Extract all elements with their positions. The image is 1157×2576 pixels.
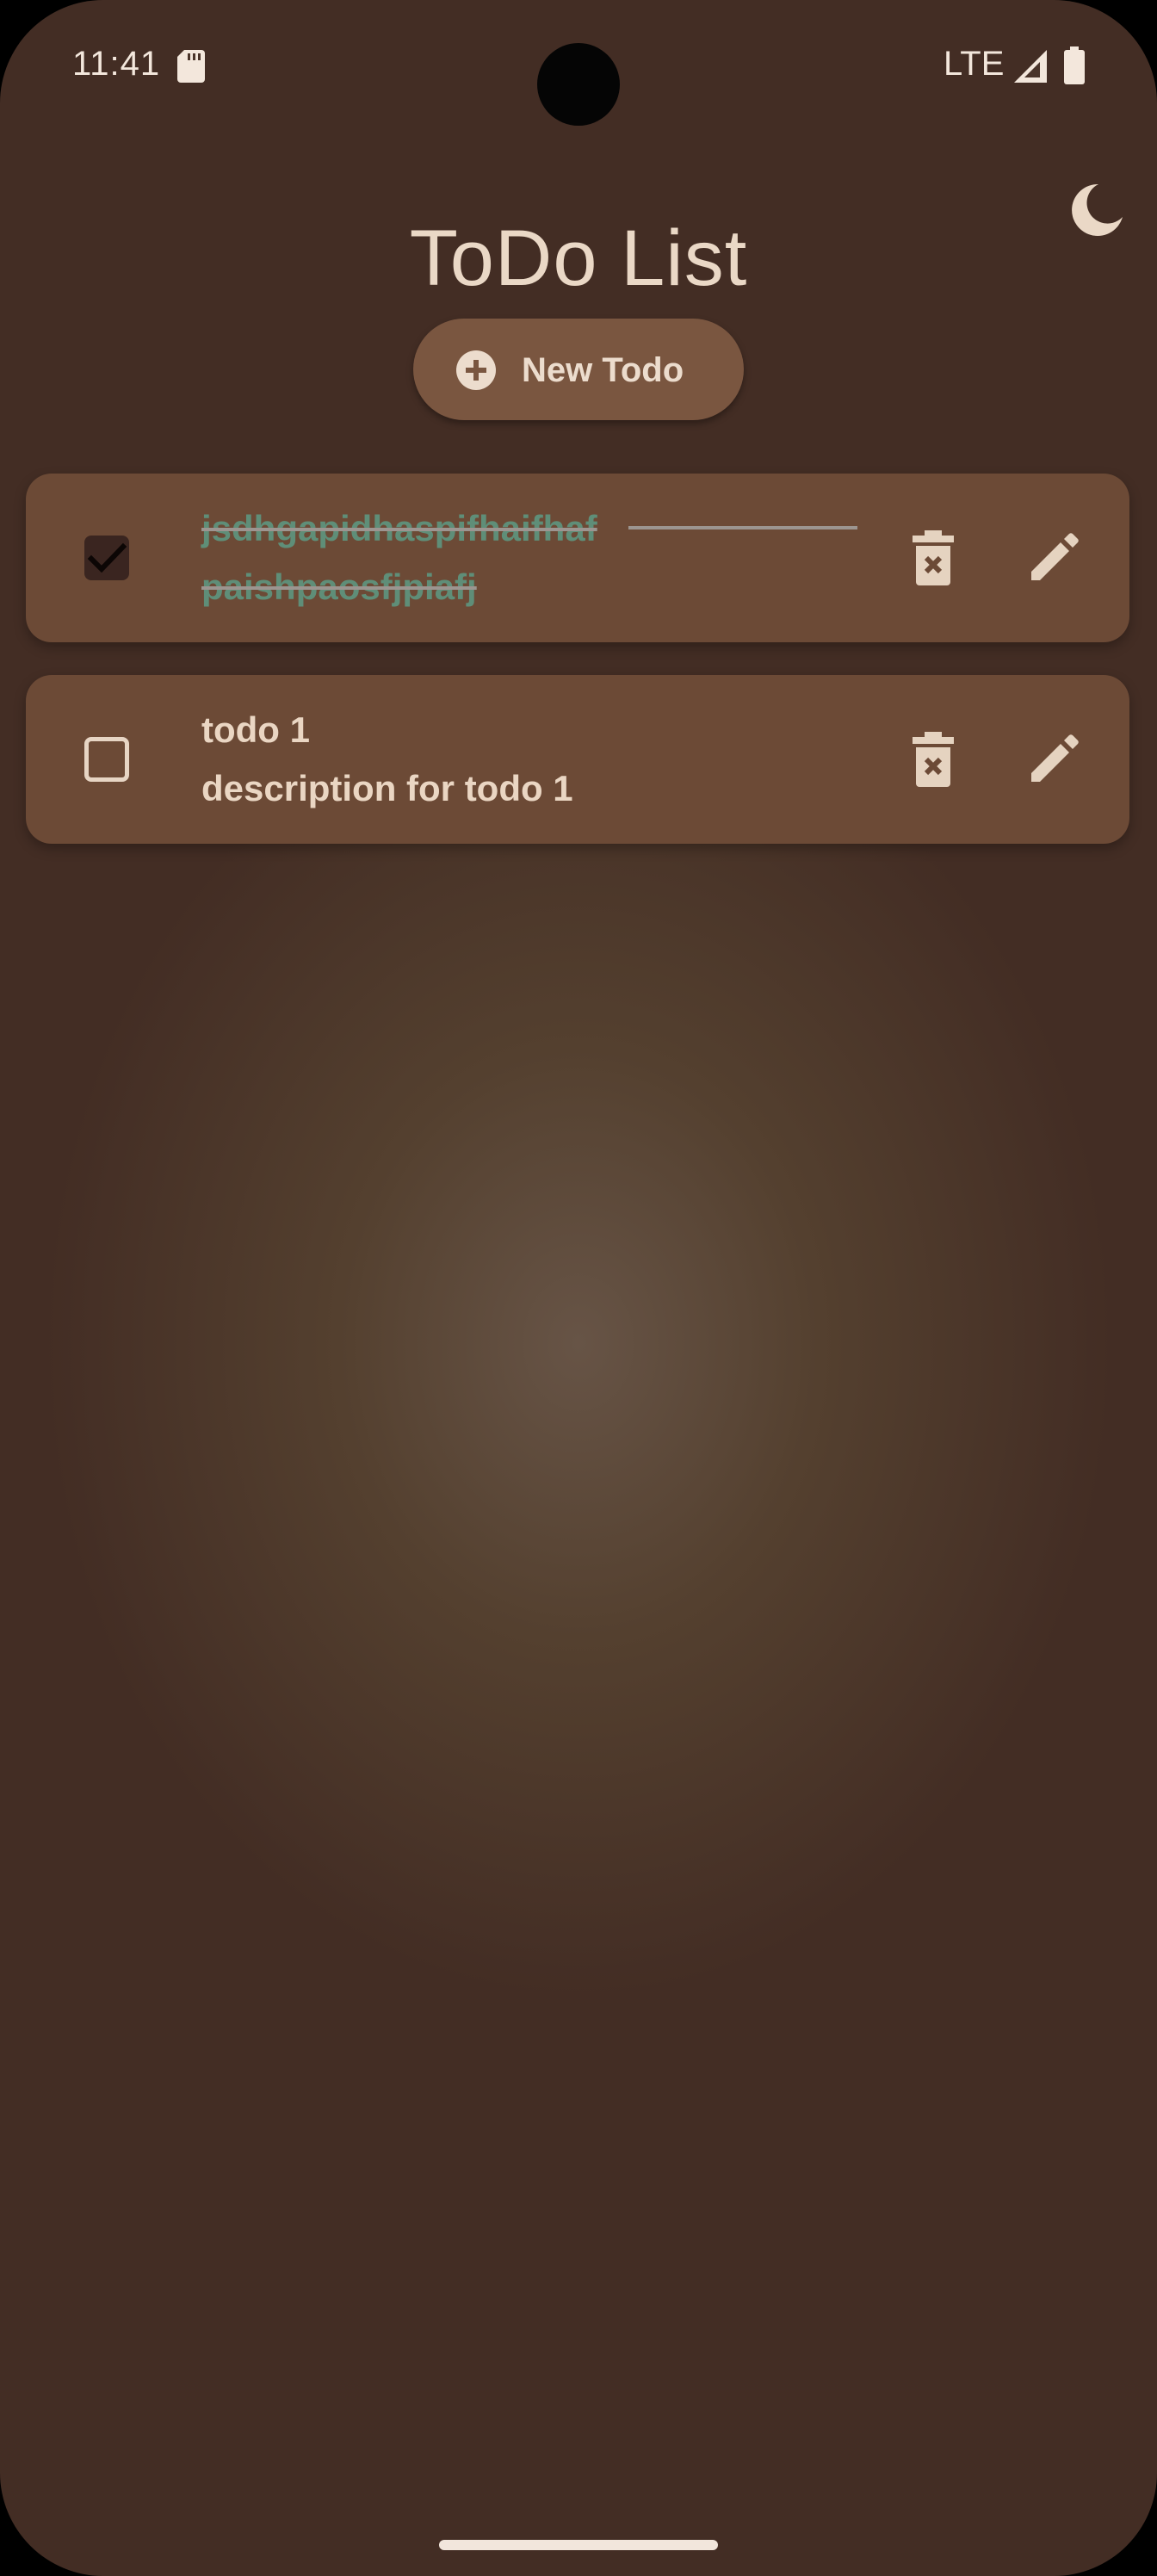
new-todo-button[interactable]: New Todo bbox=[413, 319, 744, 420]
todo-item: jsdhgapidhaspifhaifhaf paishpaosfjpiafj bbox=[26, 474, 1129, 642]
status-time: 11:41 bbox=[72, 45, 161, 83]
todo-description: description for todo 1 bbox=[201, 768, 573, 808]
check-icon bbox=[87, 542, 127, 573]
network-type: LTE bbox=[944, 45, 1005, 83]
delete-button[interactable] bbox=[900, 525, 966, 591]
todo-title: jsdhgapidhaspifhaifhaf bbox=[201, 508, 597, 548]
signal-icon bbox=[1014, 50, 1047, 83]
todo-description: paishpaosfjpiafj bbox=[201, 567, 477, 607]
todo-title: todo 1 bbox=[201, 709, 310, 750]
battery-icon bbox=[1064, 46, 1085, 84]
home-indicator[interactable] bbox=[439, 2540, 718, 2550]
app-screen: 11:41 LTE ToDo List New Todo jsdhgapidha… bbox=[0, 0, 1157, 2576]
delete-icon bbox=[913, 732, 954, 787]
todo-checkbox[interactable] bbox=[84, 536, 129, 580]
edit-button[interactable] bbox=[1021, 727, 1086, 792]
pencil-icon bbox=[1031, 533, 1079, 580]
camera-cutout bbox=[537, 43, 620, 126]
sd-card-icon bbox=[177, 50, 205, 83]
moon-icon bbox=[1072, 183, 1123, 236]
todo-checkbox[interactable] bbox=[84, 737, 129, 782]
status-bar: 11:41 LTE bbox=[0, 0, 1157, 138]
pencil-icon bbox=[1031, 734, 1079, 782]
add-circle-icon bbox=[456, 350, 496, 390]
theme-toggle-button[interactable] bbox=[1061, 176, 1129, 245]
todo-item: todo 1 description for todo 1 bbox=[26, 675, 1129, 844]
delete-button[interactable] bbox=[900, 727, 966, 792]
page-title: ToDo List bbox=[409, 214, 748, 302]
edit-button[interactable] bbox=[1021, 525, 1086, 591]
strikethrough-line bbox=[628, 526, 857, 529]
new-todo-label: New Todo bbox=[522, 351, 684, 389]
delete-icon bbox=[913, 530, 954, 585]
